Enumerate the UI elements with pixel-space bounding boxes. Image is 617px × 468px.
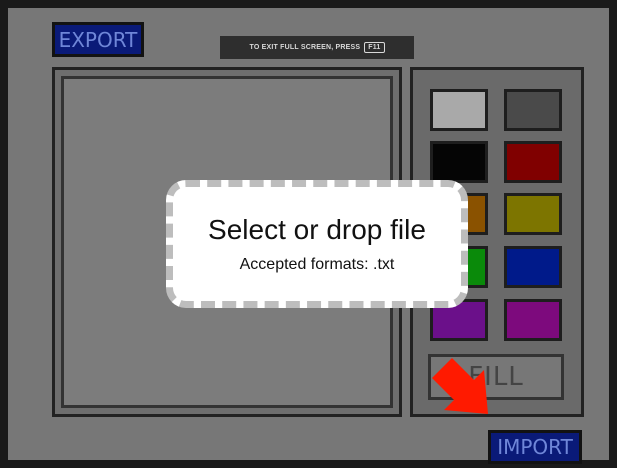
drop-zone-subtitle: Accepted formats: .txt: [239, 256, 395, 273]
file-drop-zone[interactable]: Select or drop file Accepted formats: .t…: [166, 180, 468, 308]
fullscreen-hint-text: TO EXIT FULL SCREEN, PRESS: [249, 44, 361, 51]
drop-zone-title: Select or drop file: [208, 214, 426, 245]
swatch-dark-gray[interactable]: [504, 89, 562, 131]
swatch-blue[interactable]: [504, 246, 562, 288]
swatch-olive[interactable]: [504, 193, 562, 235]
f11-key-badge: F11: [364, 42, 385, 53]
import-button[interactable]: IMPORT: [488, 430, 582, 464]
red-arrow-icon: [432, 358, 488, 414]
swatch-light-gray[interactable]: [430, 89, 488, 131]
fullscreen-hint: TO EXIT FULL SCREEN, PRESS F11: [220, 36, 414, 59]
swatch-black[interactable]: [430, 141, 488, 183]
swatch-magenta[interactable]: [504, 299, 562, 341]
swatch-red[interactable]: [504, 141, 562, 183]
export-button[interactable]: EXPORT: [52, 22, 144, 57]
